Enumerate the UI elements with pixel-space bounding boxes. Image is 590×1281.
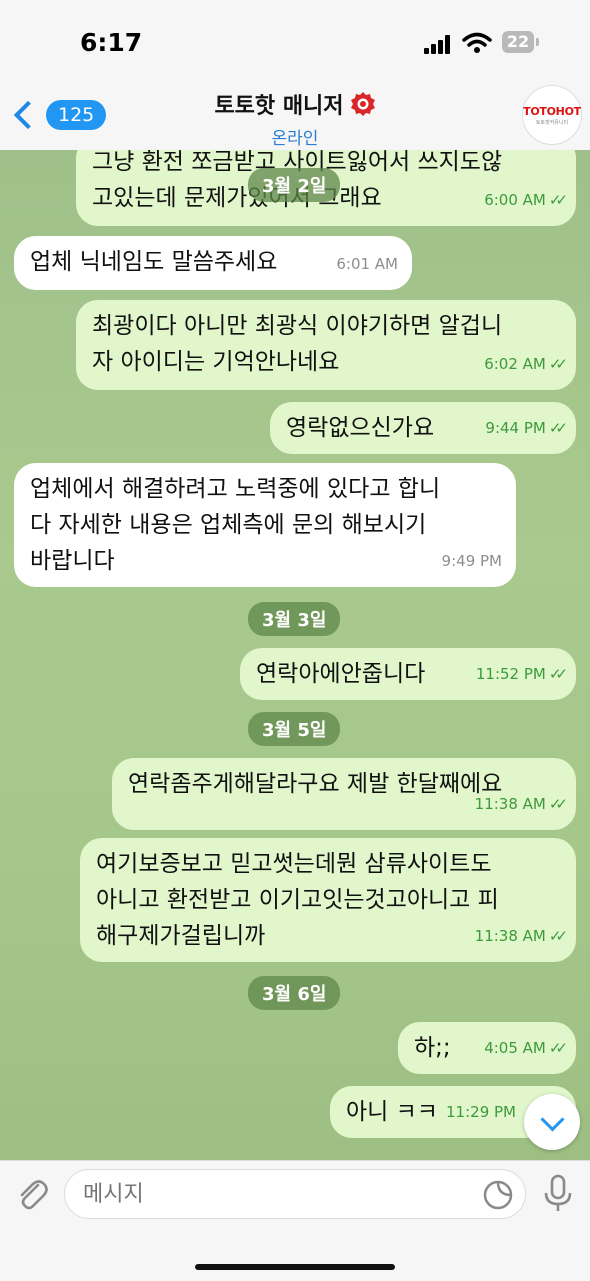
- message-bubble[interactable]: 연락좀주게해달라구요 제발 한달째에요 11:38 AM ✓✓: [112, 758, 576, 830]
- double-check-icon: ✓✓: [548, 355, 568, 373]
- message-bubble[interactable]: 연락아에안줍니다 11:52 PM ✓✓: [240, 648, 576, 700]
- message-meta: 6:00 AM ✓✓: [484, 182, 568, 218]
- double-check-icon: ✓✓: [548, 191, 568, 209]
- microphone-icon[interactable]: [540, 1173, 576, 1213]
- battery-icon: 22: [502, 31, 539, 53]
- message-meta: 11:29 PM: [446, 1094, 516, 1130]
- signal-icon: [424, 34, 452, 54]
- message-bubble[interactable]: 여기보증보고 믿고썻는데뭔 삼류사이트도 아니고 환전받고 이기고잇는것고아니고…: [80, 838, 576, 962]
- message-time: 11:38 AM: [474, 795, 546, 813]
- chevron-left-icon: [13, 100, 43, 130]
- verified-badge-icon: [350, 92, 375, 116]
- avatar-sub-text: 토토핫커뮤니티: [535, 119, 569, 126]
- message-meta: 9:49 PM: [442, 543, 502, 579]
- message-meta: 6:02 AM ✓✓: [484, 346, 568, 382]
- input-bar: [0, 1160, 590, 1281]
- scroll-down-button[interactable]: [524, 1094, 580, 1150]
- message-meta: 6:01 AM: [336, 246, 398, 282]
- double-check-icon: ✓✓: [548, 1039, 568, 1057]
- status-time: 6:17: [80, 28, 143, 57]
- double-check-icon: ✓✓: [548, 419, 568, 437]
- message-bubble[interactable]: 업체 닉네임도 말씀주세요 6:01 AM: [14, 236, 412, 290]
- message-input[interactable]: [64, 1169, 526, 1219]
- message-meta: 9:44 PM ✓✓: [485, 410, 568, 446]
- chat-title: 토토핫 매니저: [214, 94, 344, 119]
- home-indicator: [195, 1264, 395, 1270]
- top-bar: 6:17 22 125 토토핫 매니저 온라인 TOTOHOT 토토핫커뮤니티: [0, 0, 590, 150]
- date-separator: 3월 3일: [248, 602, 341, 636]
- double-check-icon: ✓✓: [548, 665, 568, 683]
- message-time: 4:05 AM: [484, 1039, 546, 1057]
- chat-title-row: 토토핫 매니저: [214, 88, 375, 120]
- message-meta: 11:38 AM ✓✓: [474, 786, 568, 822]
- message-time: 9:49 PM: [441, 552, 502, 570]
- message-time: 9:44 PM: [485, 419, 546, 437]
- wifi-icon: [462, 32, 492, 53]
- message-meta: 4:05 AM ✓✓: [484, 1030, 568, 1066]
- paperclip-icon[interactable]: [14, 1176, 50, 1212]
- message-time: 11:29 PM: [446, 1103, 516, 1121]
- message-time: 6:00 AM: [484, 191, 546, 209]
- date-separator: 3월 6일: [248, 976, 341, 1010]
- message-text: 업체에서 해결하려고 노력중에 있다고 합니 다 자세한 내용은 업체측에 문의…: [30, 476, 441, 574]
- message-time: 11:38 AM: [474, 927, 546, 945]
- double-check-icon: ✓✓: [548, 927, 568, 945]
- message-bubble[interactable]: 하;; 4:05 AM ✓✓: [398, 1022, 576, 1074]
- message-bubble[interactable]: 영락없으신가요 9:44 PM ✓✓: [270, 402, 576, 454]
- message-bubble[interactable]: 업체에서 해결하려고 노력중에 있다고 합니 다 자세한 내용은 업체측에 문의…: [14, 463, 516, 587]
- date-separator: 3월 2일: [248, 168, 341, 202]
- chat-header[interactable]: 토토핫 매니저 온라인: [150, 88, 440, 149]
- message-time: 6:02 AM: [484, 355, 546, 373]
- message-bubble[interactable]: 최광이다 아니만 최광식 이야기하면 알겁니 자 아이디는 기억안나네요 6:0…: [76, 300, 576, 390]
- chevron-down-icon: [539, 1106, 565, 1132]
- sticker-icon[interactable]: [482, 1179, 514, 1211]
- message-time: 6:01 AM: [336, 255, 398, 273]
- message-meta: 11:38 AM ✓✓: [474, 918, 568, 954]
- date-separator: 3월 5일: [248, 712, 341, 746]
- avatar[interactable]: TOTOHOT 토토핫커뮤니티: [523, 86, 581, 144]
- double-check-icon: ✓✓: [548, 795, 568, 813]
- message-meta: 11:52 PM ✓✓: [475, 656, 568, 692]
- chat-area[interactable]: 그냥 환전 쪼금받고 사이트잃어서 쓰지도않 고있는데 문제가있어서 그래요 6…: [0, 150, 590, 1160]
- online-status: 온라인: [271, 129, 319, 149]
- avatar-brand-text: TOTOHOT: [523, 104, 581, 118]
- back-button[interactable]: 125: [10, 95, 107, 135]
- unread-count-badge: 125: [46, 100, 107, 130]
- message-time: 11:52 PM: [475, 665, 546, 683]
